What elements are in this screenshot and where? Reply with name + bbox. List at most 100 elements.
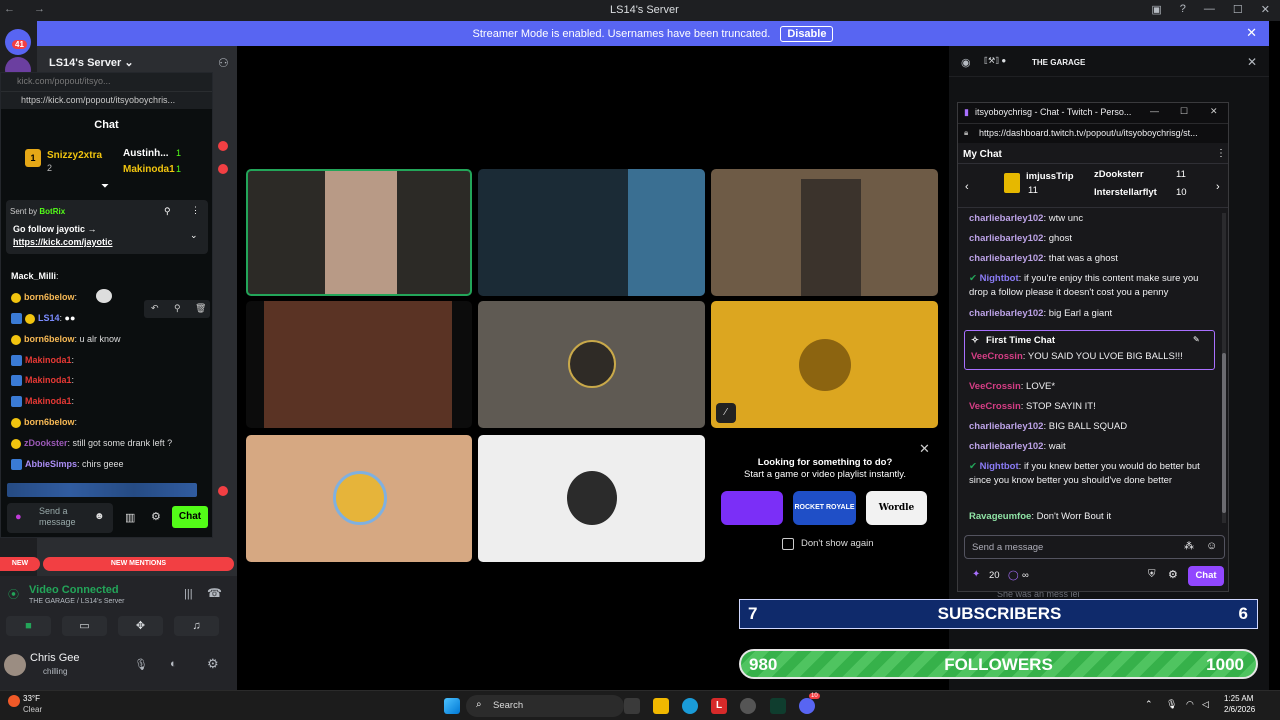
chat-username[interactable]: Nightbot (980, 461, 1019, 472)
chat-username[interactable]: Ravageumfoe (969, 511, 1031, 522)
video-tile[interactable] (711, 169, 938, 296)
minimize-button[interactable]: — (1204, 3, 1215, 16)
user-name[interactable]: Chris Gee (30, 652, 80, 664)
soundboard-button[interactable]: ♫ (174, 616, 219, 636)
pin-icon[interactable]: ⚲ (164, 206, 171, 217)
close-icon[interactable]: ✕ (1247, 55, 1257, 69)
taskbar-search[interactable]: ⌕ Search (466, 695, 624, 717)
chat-username[interactable]: born6below (24, 417, 75, 427)
noise-suppression-icon[interactable]: ||| (184, 588, 193, 600)
kick-send-button[interactable]: Chat (172, 506, 208, 528)
microphone-icon[interactable]: ● (15, 511, 22, 523)
video-tile[interactable] (478, 435, 705, 562)
close-icon[interactable]: ✕ (919, 441, 930, 457)
shield-icon[interactable]: ⛨ (1148, 569, 1156, 580)
wifi-icon[interactable]: ◠ (1186, 699, 1194, 710)
collapse-icon[interactable]: ⏷ (101, 181, 109, 192)
reply-icon[interactable]: ↶ (151, 303, 159, 314)
screenshare-button[interactable]: ▭ (62, 616, 107, 636)
emoji-icon[interactable]: ☺ (1206, 540, 1217, 552)
add-member-icon[interactable]: ⚇ (218, 56, 229, 70)
video-tile[interactable] (246, 301, 472, 428)
close-icon[interactable]: ✕ (1246, 25, 1257, 41)
settings-gear-icon[interactable]: ⚙ (151, 510, 161, 523)
edit-icon[interactable]: ✎ (1193, 335, 1200, 344)
windows-start-icon[interactable] (444, 698, 460, 714)
back-forward-arrows[interactable]: ← → (4, 3, 53, 15)
inbox-icon[interactable]: ▣ (1151, 3, 1161, 16)
video-tile[interactable]: ⁄ (711, 301, 938, 428)
maximize-button[interactable]: ☐ (1180, 106, 1188, 117)
maximize-button[interactable]: ☐ (1233, 3, 1243, 16)
disconnect-icon[interactable]: ☎ (207, 586, 222, 600)
video-tile[interactable] (478, 301, 705, 428)
chat-username[interactable]: born6below (24, 334, 75, 344)
chat-username[interactable]: Mack_Milli (11, 271, 56, 281)
chat-username[interactable]: zDookster (24, 438, 68, 448)
chat-username[interactable]: Makinoda1 (25, 355, 72, 365)
chat-username[interactable]: LS14 (38, 313, 60, 323)
app-terminal-icon[interactable] (770, 698, 786, 714)
microphone-icon[interactable]: 🎙︎ (1166, 699, 1177, 710)
chat-username[interactable]: charliebarley102 (969, 233, 1043, 244)
clock-date[interactable]: 2/6/2026 (1224, 705, 1255, 714)
video-tile[interactable] (246, 169, 472, 296)
close-button[interactable]: ✕ (1261, 3, 1270, 16)
more-options-icon[interactable]: ⋮ (191, 205, 200, 216)
video-tile[interactable] (478, 169, 705, 296)
dont-show-checkbox[interactable] (782, 538, 794, 550)
chat-username[interactable]: charliebarley102 (969, 441, 1043, 452)
settings-gear-icon[interactable]: ⚙ (207, 656, 219, 672)
app-settings-icon[interactable] (740, 698, 756, 714)
headphones-icon[interactable]: ◐ (170, 658, 177, 670)
microphone-icon[interactable]: 🎙︎ (134, 658, 148, 671)
pinned-link[interactable]: https://kick.com/jayotic (13, 237, 113, 247)
settings-gear-icon[interactable]: ⚙ (1168, 568, 1178, 581)
twitch-send-button[interactable]: Chat (1188, 566, 1224, 586)
chat-username[interactable]: VeeCrossin (969, 381, 1021, 392)
chat-username[interactable]: Nightbot (980, 273, 1019, 284)
store-icon[interactable]: ▥ (125, 511, 135, 524)
emoji-icon[interactable]: ☻ (94, 511, 105, 522)
twitch-url-bar[interactable]: 🔒︎ https://dashboard.twitch.tv/popout/u/… (958, 123, 1228, 143)
magic-icon[interactable]: ⁂ (1184, 541, 1194, 552)
app-tile-rocket-royale[interactable]: ROCKET ROYALE (793, 491, 856, 525)
weather-icon[interactable] (8, 695, 20, 707)
edge-browser-icon[interactable] (682, 698, 698, 714)
chat-username[interactable]: VeeCrossin (969, 401, 1021, 412)
pin-icon[interactable]: ⚲ (174, 303, 181, 314)
discord-icon[interactable] (799, 698, 815, 714)
file-explorer-icon[interactable] (653, 698, 669, 714)
chat-username[interactable]: born6below (24, 292, 75, 302)
chat-username[interactable]: charliebarley102 (969, 421, 1043, 432)
twitch-message-input[interactable]: Send a message ⁂ ☺ (964, 535, 1225, 559)
chat-username[interactable]: charliebarley102 (969, 253, 1043, 264)
chat-username[interactable]: VeeCrossin (971, 351, 1023, 362)
chevron-left-icon[interactable]: ‹ (965, 181, 969, 193)
app-tile-blocks[interactable] (721, 491, 783, 525)
kick-url-bar[interactable]: https://kick.com/popout/itsyoboychris... (1, 91, 212, 109)
camera-button[interactable]: ■ (6, 616, 51, 636)
channel-points-icon[interactable]: ✦ (972, 569, 980, 580)
more-options-icon[interactable]: ⋮ (1216, 148, 1226, 159)
minimize-button[interactable]: — (1150, 106, 1159, 116)
delete-icon[interactable]: 🗑︎ (195, 303, 206, 314)
chat-username[interactable]: Makinoda1 (25, 396, 72, 406)
chevron-up-icon[interactable]: ⌃ (1145, 699, 1153, 710)
close-button[interactable]: ✕ (1210, 106, 1218, 117)
kick-message-input[interactable]: ● Send a message ☻ (7, 503, 113, 533)
clock-time[interactable]: 1:25 AM (1224, 694, 1253, 703)
new-mentions-bar[interactable]: NEW MENTIONS (43, 557, 234, 571)
chat-username[interactable]: charliebarley102 (969, 308, 1043, 319)
chat-username[interactable]: charliebarley102 (969, 213, 1043, 224)
chat-username[interactable]: Makinoda1 (25, 375, 72, 385)
chevron-down-icon[interactable]: ⌄ (190, 230, 198, 241)
emote-strip[interactable] (7, 483, 197, 497)
disable-streamer-mode-button[interactable]: Disable (780, 25, 834, 42)
speaker-icon[interactable]: ◁ (1202, 699, 1209, 710)
help-icon[interactable]: ? (1180, 3, 1186, 16)
server-header[interactable]: LS14's Server ⌄ (49, 56, 134, 69)
video-tile[interactable] (246, 435, 472, 562)
scrollbar[interactable] (1222, 213, 1226, 523)
new-badge[interactable]: NEW (0, 557, 40, 571)
